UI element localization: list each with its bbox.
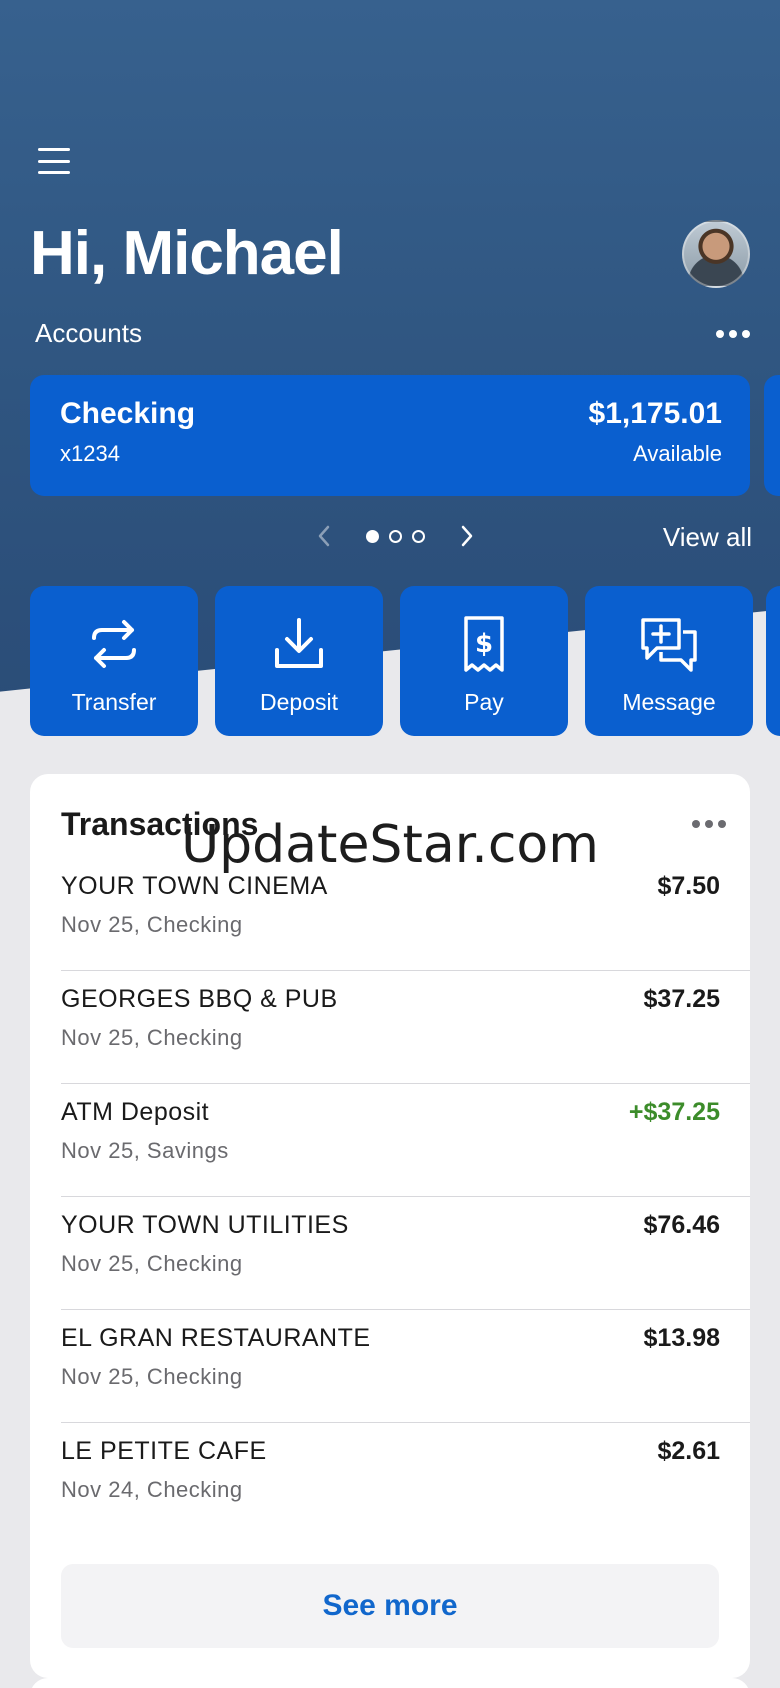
transaction-list: YOUR TOWN CINEMA Nov 25, Checking $7.50 … [61,858,750,1536]
transaction-merchant: YOUR TOWN CINEMA [61,872,328,900]
account-carousel-pager [310,520,481,552]
pay-button[interactable]: $ Pay [400,586,568,736]
transaction-merchant: YOUR TOWN UTILITIES [61,1211,349,1239]
next-account-card[interactable] [764,375,780,496]
transaction-row[interactable]: EL GRAN RESTAURANTE Nov 25, Checking $13… [61,1310,750,1423]
transaction-amount: $2.61 [657,1437,720,1465]
transaction-detail: Nov 24, Checking [61,1477,243,1502]
transaction-amount: $76.46 [643,1211,720,1239]
accounts-section-label: Accounts [35,318,142,348]
carousel-dots [366,529,425,543]
transactions-title: Transactions [61,806,259,842]
chevron-left-icon[interactable] [310,520,338,552]
account-name: Checking [60,397,196,430]
transactions-more-options-icon[interactable] [692,819,726,829]
transactions-card: Transactions YOUR TOWN CINEMA Nov 25, Ch… [30,774,750,1678]
deposit-label: Deposit [260,689,338,715]
svg-text:$: $ [475,629,493,659]
greeting-title: Hi, Michael [30,219,344,288]
transaction-merchant: ATM Deposit [61,1098,210,1126]
accounts-more-options-icon[interactable] [716,329,750,339]
transaction-amount: +$37.25 [628,1098,720,1126]
avatar[interactable] [682,220,750,288]
transaction-row[interactable]: YOUR TOWN CINEMA Nov 25, Checking $7.50 [61,858,750,971]
view-all-accounts-link[interactable]: View all [663,522,752,553]
see-more-button[interactable]: See more [61,1564,719,1648]
more-actions-peek[interactable] [766,586,780,736]
transfer-icon [92,620,136,668]
next-card-peek [30,1678,750,1688]
deposit-button[interactable]: Deposit [215,586,383,736]
carousel-dot[interactable] [366,529,379,543]
deposit-icon [275,618,323,668]
transaction-merchant: EL GRAN RESTAURANTE [61,1324,371,1352]
message-label: Message [622,689,716,715]
transfer-button[interactable]: Transfer [30,586,198,736]
transaction-merchant: GEORGES BBQ & PUB [61,985,338,1013]
account-balance-label: Available [633,441,722,466]
transaction-detail: Nov 25, Checking [61,1025,243,1050]
transaction-detail: Nov 25, Savings [61,1138,229,1163]
transaction-row[interactable]: GEORGES BBQ & PUB Nov 25, Checking $37.2… [61,971,750,1084]
transaction-amount: $37.25 [643,985,720,1013]
chevron-right-icon[interactable] [453,520,481,552]
message-button[interactable]: Message [585,586,753,736]
account-balance: $1,175.01 [588,397,722,430]
transaction-row[interactable]: LE PETITE CAFE Nov 24, Checking $2.61 [61,1423,750,1536]
transaction-amount: $7.50 [657,872,720,900]
checking-account-card[interactable]: Checking x1234 $1,175.01 Available [30,375,750,496]
transfer-label: Transfer [71,689,157,715]
transaction-row[interactable]: YOUR TOWN UTILITIES Nov 25, Checking $76… [61,1197,750,1310]
hamburger-menu-icon[interactable] [38,148,70,174]
transaction-detail: Nov 25, Checking [61,1364,243,1389]
transaction-amount: $13.98 [643,1324,720,1352]
pay-label: Pay [464,689,504,715]
message-icon [641,618,697,672]
transaction-detail: Nov 25, Checking [61,912,243,937]
carousel-dot[interactable] [412,529,425,543]
transaction-row[interactable]: ATM Deposit Nov 25, Savings +$37.25 [61,1084,750,1197]
account-number: x1234 [60,441,120,466]
transaction-detail: Nov 25, Checking [61,1251,243,1276]
transaction-merchant: LE PETITE CAFE [61,1437,267,1465]
carousel-dot[interactable] [389,529,402,543]
bill-pay-icon: $ [464,616,504,672]
